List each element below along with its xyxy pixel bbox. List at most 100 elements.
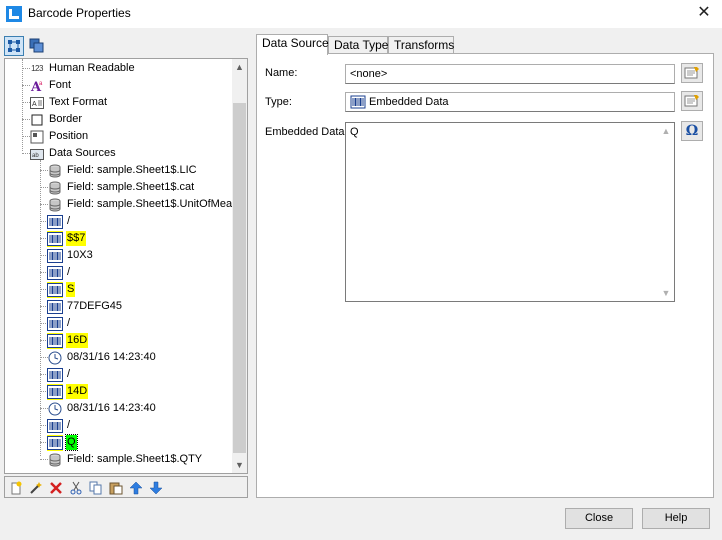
tree-item-label: /	[67, 419, 71, 431]
new-item-button[interactable]	[7, 479, 25, 496]
tree-item[interactable]: Aa Font	[29, 77, 72, 94]
name-field[interactable]: <none>	[345, 64, 675, 84]
browse-list-icon	[684, 67, 699, 79]
tree-item[interactable]: 08/31/16 14:23:40	[47, 400, 157, 417]
clock-icon	[47, 350, 63, 366]
scrollbar-thumb[interactable]	[233, 103, 246, 453]
tree-item[interactable]: Field: sample.Sheet1$.cat	[47, 179, 195, 196]
tree-item-label: Font	[49, 79, 72, 91]
scroll-up-arrow-icon[interactable]: ▲	[232, 59, 247, 75]
layers-icon	[29, 38, 44, 53]
database-field-icon	[47, 197, 63, 213]
tree-item[interactable]: Field: sample.Sheet1$.UnitOfMeas	[47, 196, 232, 213]
tree-item[interactable]: 16D	[47, 332, 89, 349]
tree-item[interactable]: /	[47, 417, 71, 434]
embedded-data-icon	[47, 248, 63, 264]
tree-item-label: Q	[65, 434, 78, 451]
tree-item[interactable]: Field: sample.Sheet1$.QTY	[47, 451, 203, 468]
tree-item[interactable]: /	[47, 213, 71, 230]
embedded-data-icon	[47, 265, 63, 281]
embedded-data-icon	[47, 383, 63, 400]
position-icon	[29, 129, 45, 145]
magic-wand-icon	[30, 481, 42, 494]
tree-item-label: Border	[49, 113, 83, 125]
name-browse-button[interactable]	[681, 63, 703, 83]
tree-item[interactable]: 123 Human Readable	[29, 60, 136, 77]
tree-item[interactable]: 10X3	[47, 247, 94, 264]
embedded-data-icon	[47, 316, 63, 332]
font-icon: Aa	[29, 78, 45, 94]
layers-view-toggle-button[interactable]	[27, 36, 47, 56]
tree-item[interactable]: Border	[29, 111, 83, 128]
svg-text:ab: ab	[32, 153, 39, 159]
tree-item[interactable]: /	[47, 264, 71, 281]
text-format-icon: A	[29, 95, 45, 111]
tree-item[interactable]: ab Data Sources	[29, 145, 117, 162]
human-readable-icon: 123	[31, 64, 43, 73]
embedded-data-icon	[47, 332, 63, 349]
name-value: <none>	[350, 68, 388, 80]
window-title: Barcode Properties	[28, 6, 131, 20]
close-button[interactable]: Close	[565, 508, 633, 529]
embedded-data-label: Embedded Data:	[265, 126, 348, 138]
tree-item-label: 77DEFG45	[67, 300, 123, 312]
tree-vertical-scrollbar[interactable]: ▲ ▼	[232, 59, 247, 473]
tree-item[interactable]: $$7	[47, 230, 87, 247]
tree-item[interactable]: Position	[29, 128, 89, 145]
tree-view-toggle-button[interactable]	[4, 36, 24, 56]
textarea-scrollbar[interactable]: ▲ ▼	[658, 123, 674, 301]
tree-item-label: /	[67, 215, 71, 227]
scissors-icon	[70, 481, 82, 494]
svg-text:a: a	[39, 81, 43, 87]
delete-button[interactable]	[47, 479, 65, 496]
scroll-down-arrow-icon[interactable]: ▼	[232, 457, 247, 473]
tree-item-label: 08/31/16 14:23:40	[67, 402, 156, 414]
tree-item[interactable]: /	[47, 366, 71, 383]
tree-actions-toolbar	[4, 476, 248, 498]
properties-tree[interactable]: 123 Human Readable Aa Font A Text Format Borde…	[4, 58, 248, 474]
insert-special-character-button[interactable]: Ω	[681, 121, 703, 141]
border-icon	[29, 112, 45, 128]
arrow-down-icon	[149, 481, 163, 494]
tree-item-label: Human Readable	[49, 62, 135, 74]
tree-item[interactable]: A Text Format	[29, 94, 108, 111]
arrow-up-icon	[129, 481, 143, 494]
tree-item[interactable]: /	[47, 315, 71, 332]
copy-icon	[89, 481, 102, 494]
paste-button[interactable]	[107, 479, 125, 496]
type-label: Type:	[265, 96, 292, 108]
tree-item-label: S	[66, 282, 76, 297]
embedded-data-icon	[47, 434, 63, 451]
tab-data-source[interactable]: Data Source	[256, 34, 329, 55]
wizard-button[interactable]	[27, 479, 45, 496]
textarea-scroll-down-icon[interactable]: ▼	[658, 285, 674, 301]
tree-item-label: Position	[49, 130, 89, 142]
help-button[interactable]: Help	[642, 508, 710, 529]
omega-icon: Ω	[685, 123, 699, 139]
tree-item-label: 14D	[66, 384, 89, 399]
tree-item-label: /	[67, 266, 71, 278]
tree-item-label: /	[67, 368, 71, 380]
embedded-data-icon	[47, 230, 63, 247]
copy-button[interactable]	[87, 479, 105, 496]
embedded-data-icon	[47, 299, 63, 315]
tree-item[interactable]: Q	[47, 434, 78, 451]
tree-item[interactable]: 14D	[47, 383, 89, 400]
embedded-data-textarea[interactable]: Q ▲ ▼	[345, 122, 675, 302]
textarea-scroll-up-icon[interactable]: ▲	[658, 123, 674, 139]
app-logo-icon	[6, 6, 22, 22]
type-field[interactable]: Embedded Data	[345, 92, 675, 112]
tree-item[interactable]: 08/31/16 14:23:40	[47, 349, 157, 366]
tab-transforms[interactable]: Transforms	[388, 36, 454, 54]
tree-item[interactable]: S	[47, 281, 76, 298]
move-up-button[interactable]	[127, 479, 145, 496]
window-close-icon[interactable]: ✕	[692, 2, 716, 24]
tab-data-type[interactable]: Data Type	[328, 36, 388, 54]
tree-item[interactable]: 77DEFG45	[47, 298, 123, 315]
move-down-button[interactable]	[147, 479, 165, 496]
cut-button[interactable]	[67, 479, 85, 496]
tree-item[interactable]: Field: sample.Sheet1$.LIC	[47, 162, 198, 179]
database-field-icon	[47, 452, 63, 468]
tree-connector-line	[22, 59, 23, 151]
type-browse-button[interactable]	[681, 91, 703, 111]
